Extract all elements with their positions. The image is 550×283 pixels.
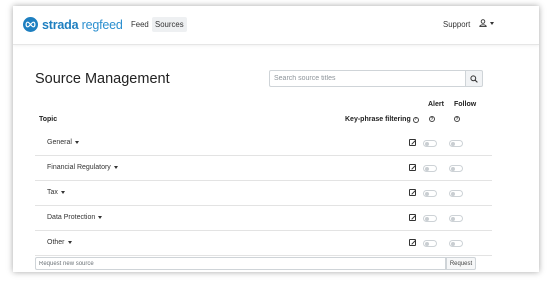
- follow-toggle[interactable]: [449, 190, 463, 197]
- topic-label: Tax: [47, 189, 58, 196]
- alert-toggle[interactable]: [423, 240, 437, 247]
- edit-icon[interactable]: [409, 239, 416, 246]
- edit-icon[interactable]: [409, 164, 416, 171]
- topic-dropdown[interactable]: Tax: [47, 189, 65, 196]
- help-icon[interactable]: ?: [429, 116, 435, 122]
- topic-dropdown[interactable]: Other: [47, 239, 72, 246]
- topic-row: Other: [35, 231, 492, 256]
- help-icon[interactable]: ?: [412, 116, 419, 123]
- chevron-down-icon: [113, 166, 118, 169]
- follow-toggle[interactable]: [449, 165, 463, 172]
- search-button[interactable]: [466, 70, 483, 87]
- topic-row: Tax: [35, 181, 492, 206]
- page-title: Source Management: [35, 71, 170, 87]
- brand-name: strada regfeed: [42, 17, 123, 32]
- column-header-alert: Alert: [428, 101, 444, 108]
- user-icon: [479, 19, 487, 27]
- request-source-input[interactable]: [35, 257, 446, 270]
- request-button[interactable]: Request: [446, 257, 476, 270]
- column-header-follow: Follow: [454, 101, 477, 108]
- app-window: strada regfeed Feed Sources Support Sour…: [13, 6, 539, 272]
- topic-dropdown[interactable]: General: [47, 139, 79, 146]
- top-navbar: strada regfeed Feed Sources Support: [13, 6, 539, 45]
- topic-dropdown[interactable]: Financial Regulatory: [47, 164, 118, 171]
- topic-label: Financial Regulatory: [47, 164, 111, 171]
- user-menu[interactable]: [479, 19, 494, 27]
- help-icon[interactable]: ?: [454, 116, 460, 122]
- topic-label: Other: [47, 239, 65, 246]
- topic-label: Data Protection: [47, 214, 96, 221]
- column-header-key-phrase-label: Key-phrase filtering: [345, 116, 411, 123]
- follow-toggle[interactable]: [449, 140, 463, 147]
- chevron-down-icon: [490, 21, 494, 25]
- chevron-down-icon: [74, 141, 79, 144]
- search-input[interactable]: [269, 70, 466, 87]
- edit-icon[interactable]: [409, 214, 416, 221]
- column-header-key-phrase: Key-phrase filtering ?: [345, 116, 419, 123]
- alert-toggle[interactable]: [423, 190, 437, 197]
- topic-row: General: [35, 131, 492, 156]
- nav-sources-link[interactable]: Sources: [152, 17, 187, 32]
- follow-toggle[interactable]: [449, 215, 463, 222]
- topic-row: Financial Regulatory: [35, 156, 492, 181]
- brand-logo[interactable]: strada regfeed: [23, 17, 123, 32]
- chevron-down-icon: [67, 241, 72, 244]
- topic-row: Data Protection: [35, 206, 492, 231]
- alert-toggle[interactable]: [423, 140, 437, 147]
- chevron-down-icon: [98, 216, 103, 219]
- support-link[interactable]: Support: [443, 20, 470, 29]
- edit-icon[interactable]: [409, 189, 416, 196]
- search-icon: [470, 74, 478, 83]
- chevron-down-icon: [60, 191, 65, 194]
- follow-toggle[interactable]: [449, 240, 463, 247]
- infinity-logo-icon: [23, 17, 38, 32]
- topic-dropdown[interactable]: Data Protection: [47, 214, 103, 221]
- topic-label: General: [47, 139, 72, 146]
- column-header-topic: Topic: [39, 116, 58, 123]
- nav-feed-link[interactable]: Feed: [131, 20, 149, 29]
- alert-toggle[interactable]: [423, 165, 437, 172]
- alert-toggle[interactable]: [423, 215, 437, 222]
- edit-icon[interactable]: [409, 139, 416, 146]
